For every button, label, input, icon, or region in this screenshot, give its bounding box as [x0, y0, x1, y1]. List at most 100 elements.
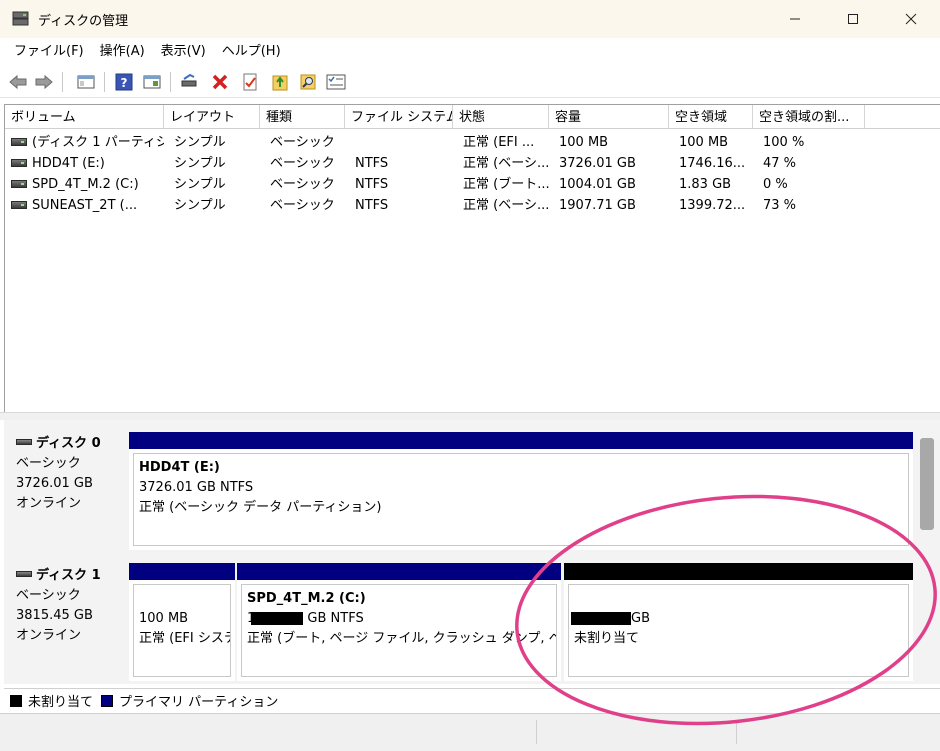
toolbar-separator [62, 72, 63, 92]
forward-button[interactable] [34, 72, 54, 92]
free-percent-cell: 100 % [763, 135, 805, 150]
disk-icon [16, 439, 32, 445]
volume-list: ボリューム レイアウト 種類 ファイル システム 状態 容量 空き領域 空き領域… [4, 104, 940, 412]
disk-1-info[interactable]: ディスク 1 ベーシック 3815.45 GB オンライン [4, 556, 128, 682]
volume-name: SPD_4T_M.2 (C:) [32, 177, 139, 192]
redaction-block [251, 612, 304, 625]
maximize-button[interactable] [830, 0, 876, 38]
console-tree-button[interactable] [76, 72, 96, 92]
back-arrow-icon [9, 74, 27, 90]
redaction-block [571, 612, 631, 625]
disk-1-size: 3815.45 GB [16, 608, 93, 623]
disk-icon [16, 571, 32, 577]
title-bar: ディスクの管理 [0, 0, 940, 38]
disk-0-type: ベーシック [16, 456, 81, 471]
partition-status: 未割り当て [574, 631, 640, 646]
maximize-icon [848, 14, 858, 24]
disk-1-label: ディスク 1 [16, 566, 128, 586]
minimize-button[interactable] [772, 0, 818, 38]
partition-status: 正常 (ブート, ページ ファイル, クラッシュ ダンプ, ベーシック データ … [247, 631, 556, 646]
disk-0-info[interactable]: ディスク 0 ベーシック 3726.01 GB オンライン [4, 424, 128, 550]
volume-row[interactable]: HDD4T (E:) シンプル ベーシック NTFS 正常 (ベーシ... 37… [5, 153, 940, 174]
svg-text:?: ? [121, 76, 128, 90]
delete-button[interactable] [210, 72, 230, 92]
back-button[interactable] [8, 72, 28, 92]
partition-hdd4t[interactable]: HDD4T (E:) 3726.01 GB NTFS 正常 (ベーシック データ… [129, 432, 913, 550]
help-button[interactable]: ? [114, 72, 134, 92]
partition-details: 100 MB 正常 (EFI システム パーティション) [133, 584, 231, 677]
properties-pane-button[interactable] [142, 72, 162, 92]
window-title: ディスクの管理 [38, 14, 129, 29]
column-header-free-space[interactable]: 空き領域 [669, 105, 753, 129]
help-icon: ? [115, 73, 133, 91]
drive-icon [11, 158, 27, 167]
filesystem-cell: NTFS [355, 198, 389, 213]
menu-file[interactable]: ファイル(F) [6, 38, 92, 66]
legend-primary: プライマリ パーティション [101, 691, 278, 710]
volume-list-header: ボリューム レイアウト 種類 ファイル システム 状態 容量 空き領域 空き領域… [5, 105, 940, 129]
partition-unallocated[interactable]: GB 未割り当て [564, 563, 913, 681]
connect-drive-icon [181, 73, 197, 87]
partition-details: HDD4T (E:) 3726.01 GB NTFS 正常 (ベーシック データ… [133, 453, 909, 546]
disk-0-status: オンライン [16, 496, 82, 511]
column-header-free-percent[interactable]: 空き領域の割... [753, 105, 865, 129]
close-button[interactable] [888, 0, 934, 38]
volume-name-cell: SPD_4T_M.2 (C:) [5, 174, 164, 195]
column-header-type[interactable]: 種類 [260, 105, 345, 129]
filesystem-cell [349, 132, 453, 153]
primary-partition-bar [237, 563, 561, 580]
legend-swatch [10, 694, 22, 707]
minimize-icon [790, 18, 800, 20]
search-icon [300, 74, 316, 90]
primary-partition-bar [129, 563, 235, 580]
pane-splitter[interactable] [0, 412, 940, 420]
partition-size-suffix: GB NTFS [307, 611, 364, 626]
partition-spd-c[interactable]: SPD_4T_M.2 (C:) 1 GB NTFS 正常 (ブート, ページ フ… [237, 563, 561, 681]
disk-map-scrollbar-thumb[interactable] [920, 438, 934, 530]
free-percent-cell: 73 % [763, 198, 797, 213]
volume-row[interactable]: SUNEAST_2T (... シンプル ベーシック NTFS 正常 (ベーシ.… [5, 195, 940, 216]
primary-partition-bar [129, 432, 913, 449]
disk-0-label: ディスク 0 [16, 434, 128, 454]
volume-name: SUNEAST_2T (... [32, 198, 138, 213]
export-button[interactable] [270, 72, 290, 92]
menu-action[interactable]: 操作(A) [92, 38, 153, 66]
free-space-cell: 1399.72... [679, 198, 746, 213]
column-header-capacity[interactable]: 容量 [549, 105, 669, 129]
partition-status: 正常 (EFI システム パーティション) [139, 631, 230, 646]
menu-bar: ファイル(F) 操作(A) 表示(V) ヘルプ(H) [0, 38, 940, 66]
partition-size-fs: 3726.01 GB NTFS [139, 480, 254, 495]
toolbar-separator [104, 72, 105, 92]
properties-button[interactable] [240, 72, 260, 92]
column-header-layout[interactable]: レイアウト [164, 105, 260, 129]
column-header-status[interactable]: 状態 [453, 105, 549, 129]
layout-cell: シンプル [174, 198, 226, 213]
drive-icon [11, 137, 27, 146]
connect-drive-button[interactable] [180, 72, 200, 92]
volume-row[interactable]: (ディスク 1 パーティショ... シンプル ベーシック 正常 (EFI ...… [5, 132, 940, 153]
volume-row[interactable]: SPD_4T_M.2 (C:) シンプル ベーシック NTFS 正常 (ブート.… [5, 174, 940, 195]
disk-0-size: 3726.01 GB [16, 476, 93, 491]
toolbar: ? [0, 66, 940, 98]
unallocated-bar [564, 563, 913, 580]
menu-help[interactable]: ヘルプ(H) [214, 38, 289, 66]
partition-details: GB 未割り当て [568, 584, 909, 677]
capacity-cell: 1907.71 GB [559, 198, 636, 213]
menu-view[interactable]: 表示(V) [153, 38, 214, 66]
volume-name-cell: SUNEAST_2T (... [5, 195, 164, 216]
list-view-button[interactable] [326, 72, 346, 92]
partition-size: 100 MB [139, 611, 189, 626]
disk-management-app-icon [12, 11, 29, 26]
partition-size-suffix: GB [631, 611, 650, 626]
capacity-cell: 1004.01 GB [559, 177, 636, 192]
status-cell: 正常 (ベーシ... [463, 156, 549, 171]
disk-1-status: オンライン [16, 628, 82, 643]
partition-efi[interactable]: 100 MB 正常 (EFI システム パーティション) [129, 563, 235, 681]
column-header-volume[interactable]: ボリューム [5, 105, 164, 129]
forward-arrow-icon [35, 74, 53, 90]
type-cell: ベーシック [270, 198, 335, 213]
type-cell: ベーシック [270, 177, 335, 192]
column-header-filesystem[interactable]: ファイル システム [345, 105, 453, 129]
search-button[interactable] [298, 72, 318, 92]
partition-title: SPD_4T_M.2 (C:) [247, 591, 366, 606]
